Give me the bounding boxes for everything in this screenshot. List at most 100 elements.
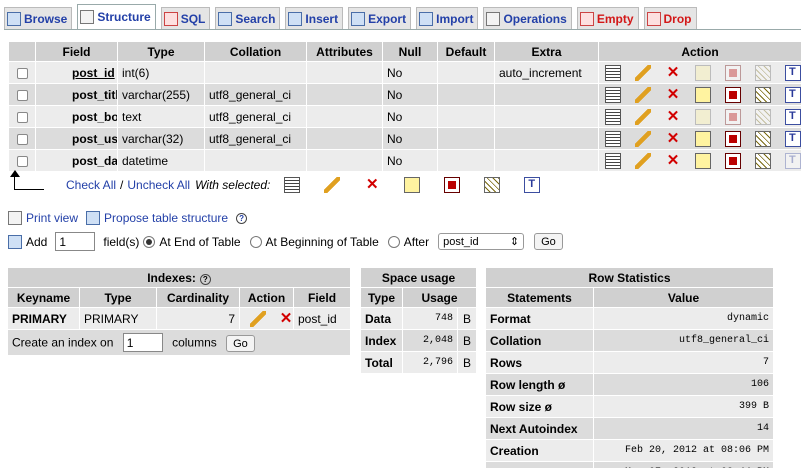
field-collation: utf8_general_ci [204, 83, 307, 106]
edit-index-icon[interactable] [250, 310, 266, 327]
indexes-panel: Indexes:? Keyname Type Cardinality Actio… [6, 267, 352, 356]
with-selected-label: With selected: [195, 178, 271, 192]
add-go-button[interactable]: Go [534, 233, 563, 250]
browse-selected-icon[interactable] [284, 177, 301, 193]
print-view-link[interactable]: Print view [26, 211, 78, 225]
tab-export[interactable]: Export [348, 7, 412, 29]
drop-selected-icon[interactable]: ✕ [364, 177, 380, 193]
drop-field-icon[interactable]: ✕ [665, 152, 681, 169]
stat-label: Row length ø [485, 373, 594, 396]
unique-icon[interactable] [725, 108, 741, 125]
create-index-row: Create an index on 1 columns Go [6, 329, 352, 356]
index-icon[interactable] [755, 108, 771, 125]
at-end-radio[interactable] [143, 235, 156, 248]
stat-row: Row size ø 399 B [485, 395, 774, 418]
field-name: post_date [35, 149, 118, 172]
browse-distinct-icon[interactable] [605, 130, 621, 147]
field-extra [494, 127, 599, 150]
row-checkbox[interactable] [16, 133, 28, 145]
unique-icon[interactable] [725, 86, 741, 103]
edit-selected-icon[interactable] [324, 177, 341, 193]
after-field-select[interactable]: post_id ⇕ [438, 233, 525, 250]
add-count-input[interactable]: 1 [55, 232, 96, 251]
create-index-go-button[interactable]: Go [226, 335, 255, 352]
row-checkbox[interactable] [16, 111, 28, 123]
field-default [437, 127, 495, 150]
tab-operations[interactable]: Operations [483, 7, 572, 29]
drop-field-icon[interactable]: ✕ [665, 108, 681, 125]
tab-search[interactable]: Search [215, 7, 281, 29]
primary-key-icon[interactable] [695, 64, 711, 81]
unique-icon[interactable] [725, 130, 741, 147]
field-collation: utf8_general_ci [204, 127, 307, 150]
index-cardinality: 7 [156, 307, 240, 330]
tab-insert[interactable]: Insert [285, 7, 344, 29]
export-icon [351, 11, 366, 26]
browse-distinct-icon[interactable] [605, 108, 621, 125]
primary-key-icon[interactable] [695, 152, 711, 169]
field-row: post_bodytextutf8_general_ci No ✕ [8, 105, 802, 128]
empty-icon [579, 11, 594, 26]
row-checkbox[interactable] [16, 155, 28, 167]
drop-field-icon[interactable]: ✕ [665, 130, 681, 147]
primary-key-icon[interactable] [695, 108, 711, 125]
fulltext-icon[interactable] [785, 86, 801, 103]
index-icon[interactable] [755, 130, 771, 147]
extra-header: Extra [494, 41, 599, 62]
fulltext-icon[interactable] [785, 108, 801, 125]
fulltext-selected-icon[interactable] [524, 177, 541, 193]
field-null: No [382, 149, 438, 172]
primary-key-icon[interactable] [695, 86, 711, 103]
drop-field-icon[interactable]: ✕ [665, 86, 681, 103]
tab-import[interactable]: Import [416, 7, 479, 29]
index-selected-icon[interactable] [484, 177, 501, 193]
primary-key-icon[interactable] [695, 130, 711, 147]
fulltext-icon[interactable] [785, 152, 801, 169]
check-all-link[interactable]: Check All [66, 178, 116, 192]
index-icon[interactable] [755, 152, 771, 169]
row-checkbox[interactable] [16, 89, 28, 101]
insert-icon [288, 11, 303, 26]
help-icon[interactable]: ? [236, 212, 248, 224]
stat-label: Format [485, 307, 594, 330]
after-radio[interactable] [387, 235, 400, 248]
indexes-help-icon[interactable]: ? [199, 273, 211, 285]
change-field-icon[interactable] [635, 152, 651, 169]
stat-label: Rows [485, 351, 594, 374]
uncheck-all-link[interactable]: Uncheck All [127, 178, 190, 192]
index-icon[interactable] [755, 64, 771, 81]
change-field-icon[interactable] [635, 64, 651, 81]
drop-index-icon[interactable]: ✕ [278, 310, 293, 327]
primary-selected-icon[interactable] [404, 177, 421, 193]
browse-distinct-icon[interactable] [605, 86, 621, 103]
at-beginning-radio[interactable] [249, 235, 262, 248]
indexes-title-text: Indexes: [147, 270, 196, 285]
browse-distinct-icon[interactable] [605, 64, 621, 81]
change-field-icon[interactable] [635, 130, 651, 147]
fulltext-icon[interactable] [785, 64, 801, 81]
default-header: Default [437, 41, 495, 62]
tab-sql[interactable]: SQL [160, 7, 211, 29]
unique-icon[interactable] [725, 64, 741, 81]
change-field-icon[interactable] [635, 86, 651, 103]
index-keyname: PRIMARY [7, 307, 80, 330]
separator: / [120, 178, 124, 192]
propose-structure-link[interactable]: Propose table structure [104, 211, 228, 225]
create-index-count-input[interactable]: 1 [122, 333, 163, 352]
tab-drop[interactable]: Drop [643, 7, 697, 29]
stat-value: utf8_general_ci [593, 329, 774, 352]
tab-empty[interactable]: Empty [576, 7, 639, 29]
drop-field-icon[interactable]: ✕ [665, 64, 681, 81]
sql-icon [163, 11, 178, 26]
tab-browse[interactable]: Browse [4, 7, 73, 29]
index-icon[interactable] [755, 86, 771, 103]
field-name-text[interactable]: post_id [72, 66, 115, 80]
change-field-icon[interactable] [635, 108, 651, 125]
fields-label: field(s) [103, 234, 140, 249]
unique-icon[interactable] [725, 152, 741, 169]
browse-distinct-icon[interactable] [605, 152, 621, 169]
fulltext-icon[interactable] [785, 130, 801, 147]
tab-structure[interactable]: Structure [77, 4, 156, 29]
row-checkbox[interactable] [16, 67, 28, 79]
unique-selected-icon[interactable] [444, 177, 461, 193]
